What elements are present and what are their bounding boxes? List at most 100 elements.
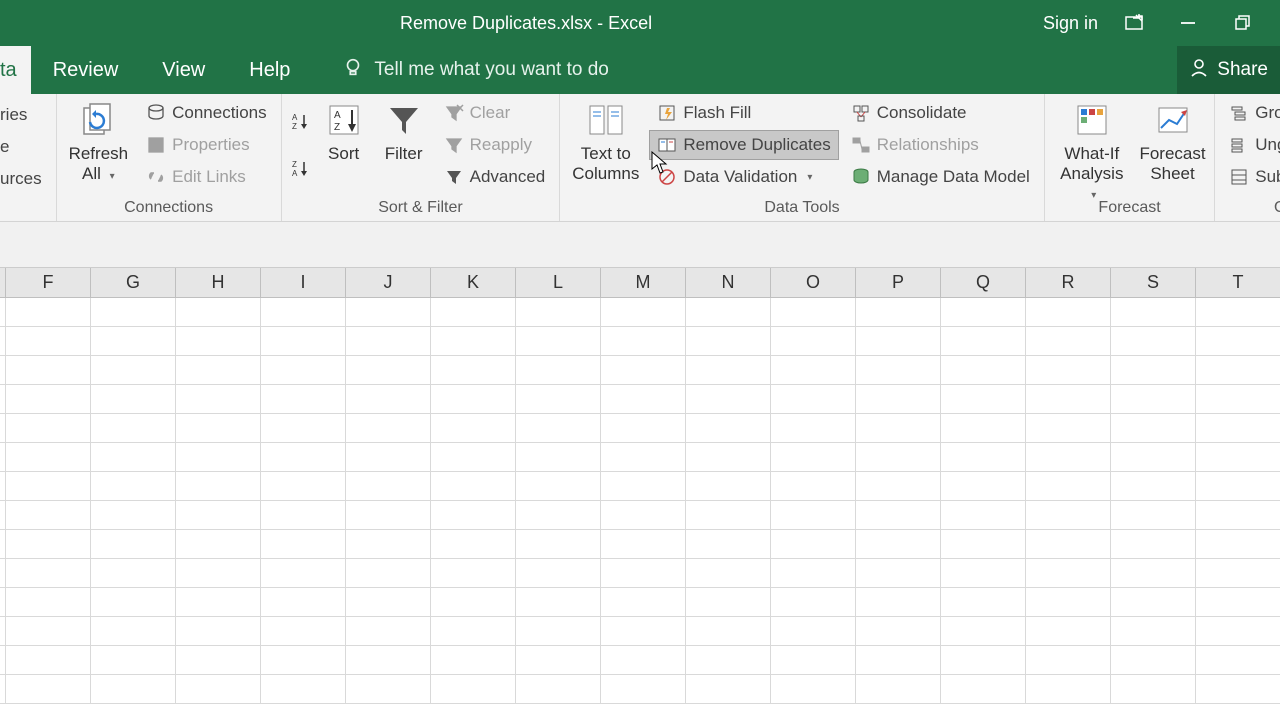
cell[interactable] [516,327,601,355]
column-header[interactable]: S [1111,268,1196,297]
cell[interactable] [176,385,261,413]
column-header[interactable]: I [261,268,346,297]
cell[interactable] [686,414,771,442]
cell[interactable] [941,617,1026,645]
cell[interactable] [176,501,261,529]
cell[interactable] [346,617,431,645]
cell[interactable] [431,530,516,558]
cell[interactable] [346,414,431,442]
cell[interactable] [176,356,261,384]
cell[interactable] [261,588,346,616]
cell[interactable] [91,646,176,674]
refresh-all-button[interactable]: Refresh All ▾ [63,98,135,190]
recent-sources-button[interactable]: urces [0,164,50,194]
cell[interactable] [941,298,1026,326]
subtotal-button[interactable]: Subtotal [1221,162,1280,192]
cell[interactable] [1196,617,1280,645]
flash-fill-button[interactable]: Flash Fill [649,98,838,128]
cell[interactable] [261,414,346,442]
cell[interactable] [856,501,941,529]
cell[interactable] [1196,327,1280,355]
cell[interactable] [856,298,941,326]
cell[interactable] [856,559,941,587]
cell[interactable] [516,414,601,442]
cell[interactable] [1026,675,1111,703]
cell[interactable] [771,530,856,558]
cell[interactable] [601,385,686,413]
cell[interactable] [176,588,261,616]
cell[interactable] [601,588,686,616]
cell[interactable] [1111,675,1196,703]
cell[interactable] [856,646,941,674]
column-header[interactable]: Q [941,268,1026,297]
cell[interactable] [1111,646,1196,674]
column-header[interactable]: O [771,268,856,297]
column-header[interactable]: L [516,268,601,297]
cell[interactable] [686,646,771,674]
cell[interactable] [941,356,1026,384]
tell-me-search[interactable]: Tell me what you want to do [342,56,608,84]
cell[interactable] [1111,530,1196,558]
cell[interactable] [686,588,771,616]
sort-asc-button[interactable]: AZ [288,106,312,136]
cell[interactable] [601,443,686,471]
cell[interactable] [176,327,261,355]
cell[interactable] [601,559,686,587]
remove-duplicates-button[interactable]: Remove Duplicates [649,130,838,160]
cell[interactable] [856,530,941,558]
cell[interactable] [176,530,261,558]
cell[interactable] [261,646,346,674]
cell[interactable] [771,327,856,355]
cell[interactable] [6,588,91,616]
cell[interactable] [261,675,346,703]
cell[interactable] [1026,617,1111,645]
filter-button[interactable]: Filter [376,98,432,190]
cell[interactable] [941,530,1026,558]
cell[interactable] [6,501,91,529]
cell[interactable] [771,298,856,326]
cell[interactable] [1026,298,1111,326]
chevron-down-icon[interactable]: ▾ [807,172,812,183]
cell[interactable] [856,385,941,413]
tab-data[interactable]: ta [0,46,31,94]
sort-button[interactable]: AZ Sort [316,98,372,190]
cell[interactable] [1026,443,1111,471]
cell[interactable] [6,298,91,326]
cell[interactable] [346,385,431,413]
cell[interactable] [431,327,516,355]
cell[interactable] [91,414,176,442]
ribbon-display-icon[interactable] [1116,5,1152,41]
cell[interactable] [1196,443,1280,471]
cell[interactable] [941,443,1026,471]
cell[interactable] [1026,385,1111,413]
cell[interactable] [6,443,91,471]
cell[interactable] [516,530,601,558]
cell[interactable] [431,646,516,674]
cell[interactable] [601,530,686,558]
cell[interactable] [261,472,346,500]
cell[interactable] [771,588,856,616]
cell[interactable] [1196,298,1280,326]
cell[interactable] [1111,588,1196,616]
cell[interactable] [516,675,601,703]
cell[interactable] [6,472,91,500]
advanced-button[interactable]: Advanced [436,162,554,192]
cell[interactable] [686,472,771,500]
cell[interactable] [431,443,516,471]
cell[interactable] [1196,385,1280,413]
restore-icon[interactable] [1224,5,1260,41]
column-header[interactable]: J [346,268,431,297]
column-header[interactable]: G [91,268,176,297]
cell[interactable] [1026,646,1111,674]
cell[interactable] [1111,356,1196,384]
cell[interactable] [176,298,261,326]
cell[interactable] [1111,385,1196,413]
cell[interactable] [176,472,261,500]
cell[interactable] [1196,559,1280,587]
cell[interactable] [346,501,431,529]
cell[interactable] [6,530,91,558]
cell[interactable] [1196,588,1280,616]
cell[interactable] [91,501,176,529]
consolidate-button[interactable]: Consolidate [843,98,1038,128]
tab-review[interactable]: Review [31,46,141,94]
